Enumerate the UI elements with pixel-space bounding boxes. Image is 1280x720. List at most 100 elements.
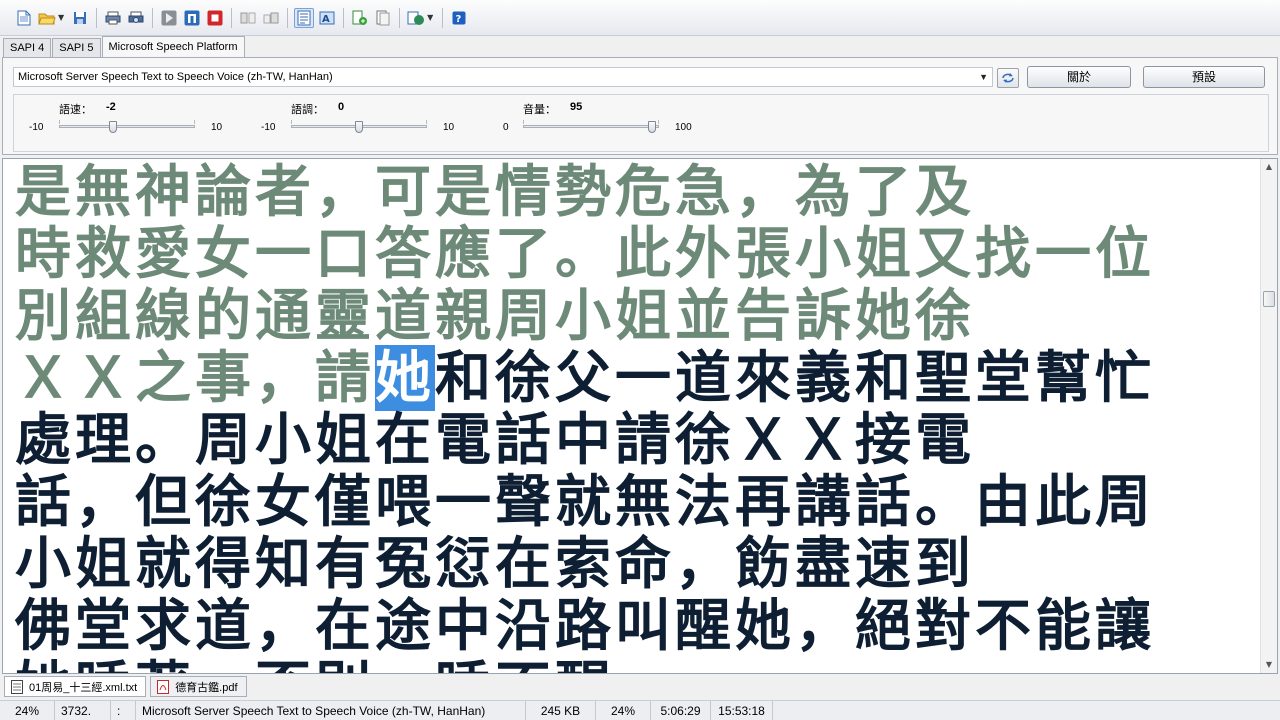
app-window: ▼ A ▼ ? SAPI 4 SAPI 5 Microsoft Speech P… — [0, 0, 1280, 720]
rate-label: 語速： — [59, 103, 92, 116]
document-tabs: 01周易_十三經.xml.txt 德育古鑑.pdf — [0, 676, 1280, 700]
toolbar-separator — [231, 7, 233, 28]
voice-select-value: Microsoft Server Speech Text to Speech V… — [18, 71, 333, 83]
voice-params: 語速： -2 -10 10 語調： 0 -10 10 音量： 95 0 100 — [13, 94, 1269, 152]
status-progress: 24% — [0, 700, 55, 720]
scroll-down-icon[interactable]: ▼ — [1261, 657, 1277, 673]
current-word-highlight: 她 — [375, 345, 435, 411]
voice-options-icon[interactable] — [406, 8, 426, 28]
open-folder-icon[interactable] — [37, 8, 57, 28]
chevron-down-icon[interactable]: ▼ — [979, 68, 988, 86]
pitch-slider-thumb[interactable] — [355, 121, 363, 133]
volume-label: 音量： — [523, 103, 556, 116]
unread-text: 佛堂求道，在途中沿路叫醒她，絕對不能讓 — [15, 593, 1155, 659]
open-dropdown-icon[interactable]: ▼ — [58, 13, 64, 22]
tab-speech-platform[interactable]: Microsoft Speech Platform — [101, 36, 245, 58]
rate-max: 10 — [211, 122, 223, 133]
about-button[interactable]: 關於 — [1027, 66, 1131, 88]
read-text: 是無神論者，可是情勢危急，為了及 — [15, 159, 975, 225]
rate-slider-thumb[interactable] — [109, 121, 118, 133]
toolbar-separator — [399, 7, 401, 28]
scroll-up-icon[interactable]: ▲ — [1261, 159, 1277, 175]
new-file-icon[interactable] — [14, 8, 34, 28]
status-voice: Microsoft Server Speech Text to Speech V… — [136, 700, 526, 720]
rate-value: -2 — [106, 101, 116, 113]
doc-tab-pdf[interactable]: 德育古鑑.pdf — [150, 676, 247, 697]
print-icon[interactable] — [103, 8, 123, 28]
rate-slider[interactable] — [59, 120, 195, 134]
font-icon[interactable]: A — [317, 8, 337, 28]
pitch-value: 0 — [338, 101, 345, 113]
toolbar-separator — [152, 7, 154, 28]
pitch-label: 語調： — [291, 103, 324, 116]
reading-text: 是無神論者，可是情勢危急，為了及 時救愛女一口答應了。此外張小姐又找一位 別組線… — [15, 161, 1205, 673]
unread-text: 小姐就得知有冤愆在索命，飭盡速到 — [15, 531, 975, 597]
pitch-param: 語調： 0 -10 10 — [258, 95, 458, 151]
read-text: 時救愛女一口答應了。此外張小姐又找一位 — [15, 221, 1155, 287]
read-text: 別組線的通靈道親周小姐並告訴她徐 — [15, 283, 975, 349]
voice-select[interactable]: Microsoft Server Speech Text to Speech V… — [13, 67, 993, 87]
text-line: 小姐就得知有冤愆在索命，飭盡速到 — [15, 533, 1205, 595]
api-tabs: SAPI 4 SAPI 5 Microsoft Speech Platform — [0, 36, 246, 58]
skip-forward-icon[interactable] — [261, 8, 281, 28]
skip-back-icon[interactable] — [238, 8, 258, 28]
doc-tab-label: 01周易_十三經.xml.txt — [29, 681, 138, 694]
refresh-voices-button[interactable] — [997, 68, 1019, 88]
status-file-size: 245 KB — [526, 700, 596, 720]
text-line: 是無神論者，可是情勢危急，為了及 — [15, 161, 1205, 223]
status-elapsed: 5:06:29 — [651, 700, 711, 720]
pitch-min: -10 — [261, 122, 276, 133]
unread-text: 處理。周小姐在電話中請徐ＸＸ接電 — [15, 407, 975, 473]
svg-text:A: A — [322, 14, 330, 25]
split-audio-icon[interactable] — [373, 8, 393, 28]
text-line: 處理。周小姐在電話中請徐ＸＸ接電 — [15, 409, 1205, 471]
help-icon[interactable]: ? — [449, 8, 469, 28]
pitch-max: 10 — [443, 122, 455, 133]
export-audio-icon[interactable] — [350, 8, 370, 28]
volume-max: 100 — [675, 122, 692, 133]
vertical-scrollbar[interactable]: ▲ ▼ — [1260, 159, 1277, 673]
text-line: ＸＸ之事，請她和徐父一道來義和聖堂幫忙 — [15, 345, 1205, 411]
status-clock: 15:53:18 — [711, 700, 773, 720]
reading-pane[interactable]: 是無神論者，可是情勢危急，為了及 時救愛女一口答應了。此外張小姐又找一位 別組線… — [2, 158, 1278, 674]
text-line: 時救愛女一口答應了。此外張小姐又找一位 — [15, 223, 1205, 285]
text-line: 別組線的通靈道親周小姐並告訴她徐 — [15, 285, 1205, 347]
volume-slider-thumb[interactable] — [648, 121, 657, 133]
doc-tab-label: 德育古鑑.pdf — [175, 681, 238, 694]
text-line: 她睡著，否則一睡不醒。 — [15, 655, 1205, 673]
status-mode: : — [111, 700, 136, 720]
toolbar-separator — [442, 7, 444, 28]
toolbar: ▼ A ▼ ? — [0, 0, 1280, 36]
status-position: 3732. — [55, 700, 111, 720]
volume-param: 音量： 95 0 100 — [490, 95, 710, 151]
text-line: 佛堂求道，在途中沿路叫醒她，絕對不能讓 — [15, 595, 1205, 657]
stop-icon[interactable] — [205, 8, 225, 28]
status-bar: 24% 3732. : Microsoft Server Speech Text… — [0, 700, 1280, 720]
play-icon[interactable] — [159, 8, 179, 28]
pitch-slider[interactable] — [291, 120, 427, 134]
unread-text: 和徐父一道來義和聖堂幫忙 — [435, 345, 1155, 411]
voice-options-dropdown-icon[interactable]: ▼ — [427, 13, 433, 22]
tab-sapi5[interactable]: SAPI 5 — [52, 38, 101, 58]
print-preview-icon[interactable] — [126, 8, 146, 28]
pdf-file-icon — [157, 679, 170, 694]
toolbar-separator — [343, 7, 345, 28]
pause-icon[interactable] — [182, 8, 202, 28]
refresh-icon — [1002, 73, 1014, 83]
text-line: 話，但徐女僅喂一聲就無法再講話。由此周 — [15, 471, 1205, 533]
defaults-button[interactable]: 預設 — [1143, 66, 1265, 88]
tab-sapi4[interactable]: SAPI 4 — [3, 38, 52, 58]
save-icon[interactable] — [70, 8, 90, 28]
toolbar-separator — [287, 7, 289, 28]
scrollbar-thumb[interactable] — [1263, 291, 1275, 307]
doc-tab-text-file[interactable]: 01周易_十三經.xml.txt — [4, 676, 147, 697]
toolbar-separator — [96, 7, 98, 28]
text-file-icon — [11, 679, 23, 694]
volume-slider[interactable] — [523, 120, 659, 134]
read-text: ＸＸ之事，請 — [15, 345, 375, 411]
text-view-icon[interactable] — [294, 7, 315, 28]
unread-text: 她睡著，否則一睡不醒。 — [15, 655, 675, 673]
voice-panel: Microsoft Server Speech Text to Speech V… — [2, 57, 1278, 155]
rate-param: 語速： -2 -10 10 — [26, 95, 226, 151]
unread-text: 話，但徐女僅喂一聲就無法再講話。由此周 — [15, 469, 1155, 535]
